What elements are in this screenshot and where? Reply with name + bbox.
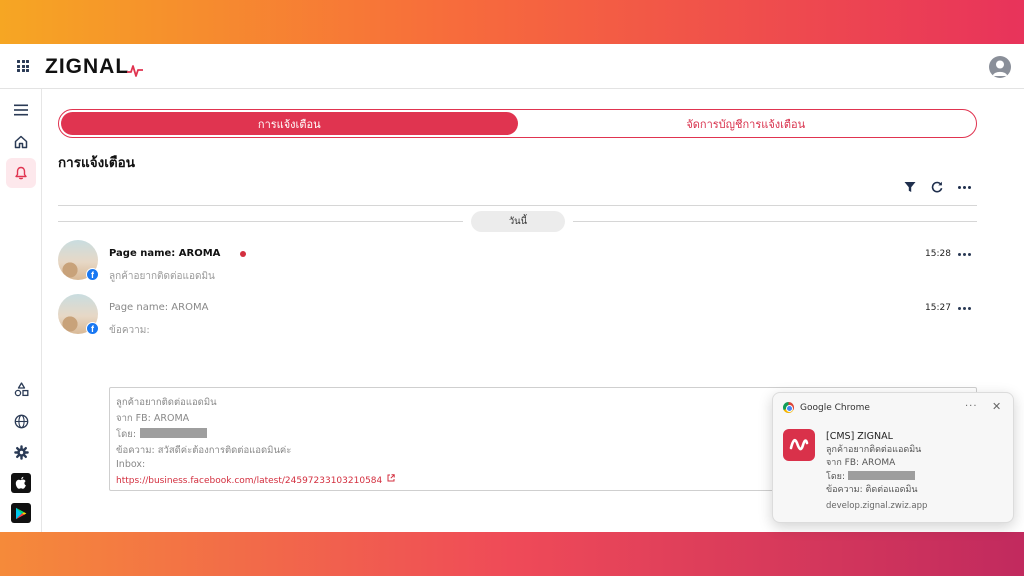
- menu-toggle-button[interactable]: [6, 95, 36, 125]
- page-name: Page name: AROMA: [109, 302, 209, 313]
- top-header: ZIGNAL: [0, 44, 1024, 89]
- page-name: Page name: AROMA: [109, 248, 221, 259]
- detail-line: จาก FB: AROMA: [116, 413, 190, 424]
- detail-sender-line: โดย:: [116, 427, 208, 442]
- refresh-icon: [931, 181, 943, 193]
- detail-line: ข้อความ: สวัสดีค่ะต้องการติดต่อแอดมินค่ะ: [116, 445, 292, 456]
- app-store-link[interactable]: [6, 468, 36, 498]
- external-link-icon[interactable]: [387, 474, 395, 482]
- message-time: 15:28: [925, 249, 951, 259]
- google-play-link[interactable]: [6, 498, 36, 528]
- notification-tabs: การแจ้งเตือน จัดการบัญชีการแจ้งเตือน: [58, 109, 977, 138]
- toast-line: ข้อความ: ติดต่อแอดมิน: [826, 485, 918, 495]
- tab-manage-notification-accounts[interactable]: จัดการบัญชีการแจ้งเตือน: [518, 112, 975, 135]
- list-toolbar: [901, 178, 973, 196]
- toast-line: ลูกค้าอยากติดต่อแอดมิน: [826, 444, 922, 455]
- toast-header: Google Chrome: [783, 402, 870, 413]
- toast-site: develop.zignal.zwiz.app: [826, 501, 928, 511]
- home-icon: [14, 135, 28, 149]
- apple-app-store-icon: [11, 473, 31, 493]
- sidebar-item-home[interactable]: [6, 127, 36, 157]
- bottom-gradient-band: [0, 532, 1024, 576]
- toast-more-button[interactable]: ···: [965, 401, 978, 412]
- date-divider-line: [573, 221, 977, 222]
- more-icon: [957, 185, 971, 189]
- google-play-icon: [11, 503, 31, 523]
- sidebar-item-shapes[interactable]: [6, 374, 36, 404]
- inbox-link-row: https://business.facebook.com/latest/245…: [116, 474, 395, 486]
- sender-label: โดย:: [116, 429, 137, 440]
- pulse-icon: [127, 65, 144, 77]
- message-preview: ลูกค้าอยากติดต่อแอดมิน: [109, 271, 215, 282]
- unread-indicator: [240, 251, 246, 257]
- filter-button[interactable]: [901, 178, 919, 196]
- redacted-name: [847, 470, 915, 480]
- section-divider: [58, 205, 977, 206]
- zignal-app-icon: [783, 429, 815, 461]
- sidebar-item-globe[interactable]: [6, 406, 36, 436]
- toast-title: [CMS] ZIGNAL: [826, 431, 893, 442]
- chrome-icon: [783, 402, 794, 413]
- detail-line: Inbox:: [116, 459, 146, 470]
- date-divider-label: วันนี้: [471, 211, 565, 232]
- facebook-icon: f: [86, 268, 99, 281]
- user-icon: [992, 60, 1008, 76]
- message-label: ข้อความ:: [109, 325, 150, 336]
- message-time: 15:27: [925, 303, 951, 313]
- toast-sender-label: โดย:: [826, 471, 845, 482]
- filter-icon: [904, 182, 916, 192]
- page-title: การแจ้งเตือน: [58, 155, 135, 171]
- sidebar-item-settings[interactable]: [6, 437, 36, 467]
- left-sidebar: [0, 89, 42, 532]
- toast-close-button[interactable]: ✕: [992, 400, 1001, 413]
- tab-notifications[interactable]: การแจ้งเตือน: [61, 112, 518, 135]
- user-avatar[interactable]: [989, 56, 1011, 78]
- logo-text: ZIGNAL: [45, 55, 130, 78]
- redacted-name: [140, 428, 208, 438]
- zignal-logo[interactable]: ZIGNAL: [45, 55, 144, 79]
- chrome-notification-toast[interactable]: Google Chrome ··· ✕ [CMS] ZIGNAL ลูกค้าอ…: [772, 392, 1014, 523]
- apps-grid-icon[interactable]: [17, 60, 29, 72]
- date-divider-line: [58, 221, 463, 222]
- item-more-button[interactable]: [956, 300, 972, 316]
- toast-sender-line: โดย:: [826, 470, 921, 485]
- refresh-button[interactable]: [928, 178, 946, 196]
- inbox-link[interactable]: https://business.facebook.com/latest/245…: [116, 476, 382, 486]
- toast-line: จาก FB: AROMA: [826, 458, 896, 468]
- sidebar-item-notifications[interactable]: [6, 158, 36, 188]
- facebook-icon: f: [86, 322, 99, 335]
- menu-icon: [14, 104, 28, 116]
- item-more-button[interactable]: [956, 246, 972, 262]
- more-options-button[interactable]: [955, 178, 973, 196]
- gear-icon: [13, 444, 29, 460]
- detail-line: ลูกค้าอยากติดต่อแอดมิน: [116, 397, 217, 408]
- globe-icon: [14, 414, 28, 428]
- shapes-icon: [14, 381, 28, 396]
- toast-body: [CMS] ZIGNAL ลูกค้าอยากติดต่อแอดมิน จาก …: [826, 430, 921, 498]
- bell-icon: [15, 166, 27, 180]
- top-gradient-band: [0, 0, 1024, 44]
- toast-source: Google Chrome: [800, 402, 870, 413]
